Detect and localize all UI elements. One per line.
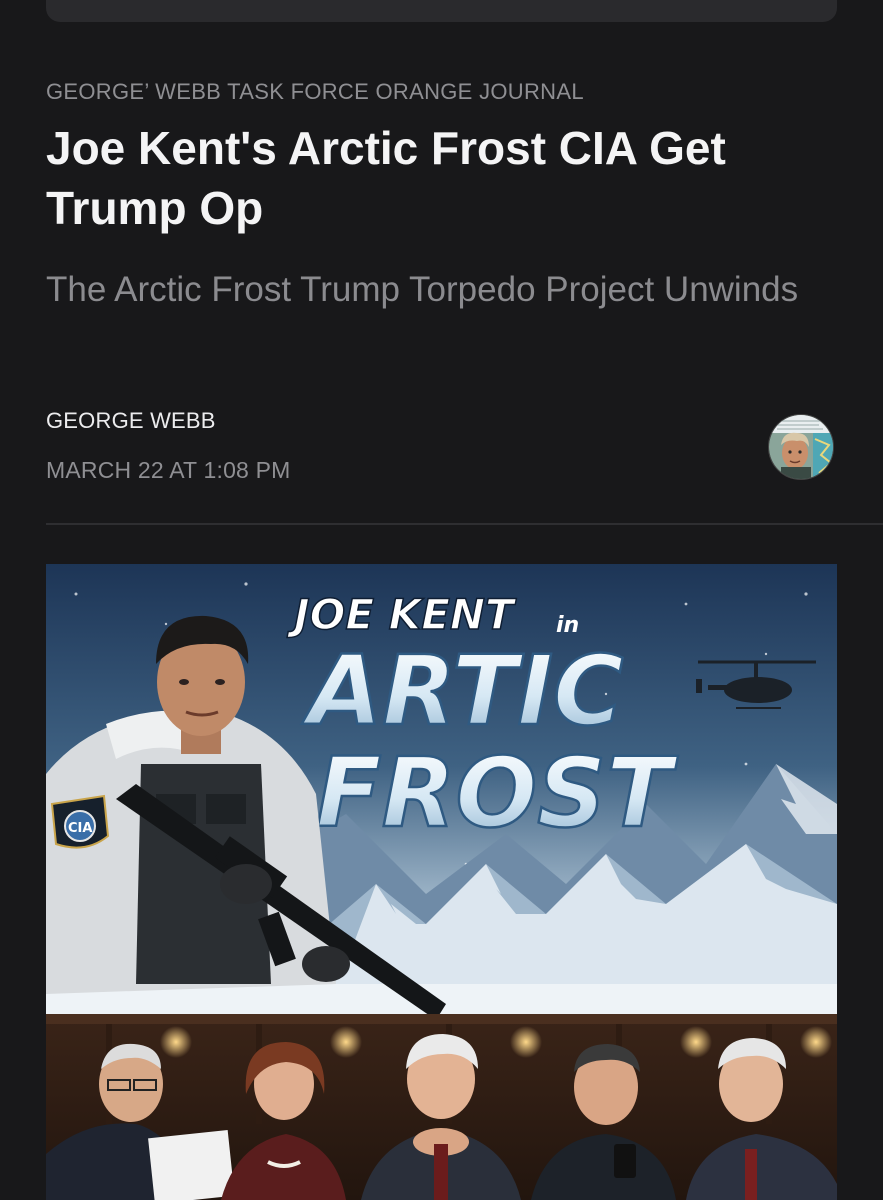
publication-name[interactable]: GEORGE’ WEBB TASK FORCE ORANGE JOURNAL: [46, 79, 584, 105]
previous-card[interactable]: [46, 0, 837, 22]
hero-illustration: JOE KENT in ARTIC FROST CIA: [46, 564, 837, 1200]
author-name[interactable]: GEORGE WEBB: [46, 408, 216, 434]
hero-image[interactable]: JOE KENT in ARTIC FROST CIA: [46, 564, 837, 1200]
post-title: Joe Kent's Arctic Frost CIA Get Trump Op: [46, 122, 726, 234]
hero-headline-top: JOE KENT: [287, 590, 517, 639]
cia-patch: CIA: [50, 794, 110, 849]
author-avatar[interactable]: [768, 414, 834, 480]
post-page: GEORGE’ WEBB TASK FORCE ORANGE JOURNAL J…: [0, 0, 883, 1200]
hero-headline-line2: FROST: [316, 737, 678, 849]
post-subtitle: The Arctic Frost Trump Torpedo Project U…: [46, 270, 799, 309]
post-date: MARCH 22 AT 1:08 PM: [46, 457, 291, 483]
hero-headline-line1: ARTIC: [301, 635, 624, 747]
cia-patch-label: CIA: [68, 821, 92, 836]
header-divider: [46, 523, 883, 525]
